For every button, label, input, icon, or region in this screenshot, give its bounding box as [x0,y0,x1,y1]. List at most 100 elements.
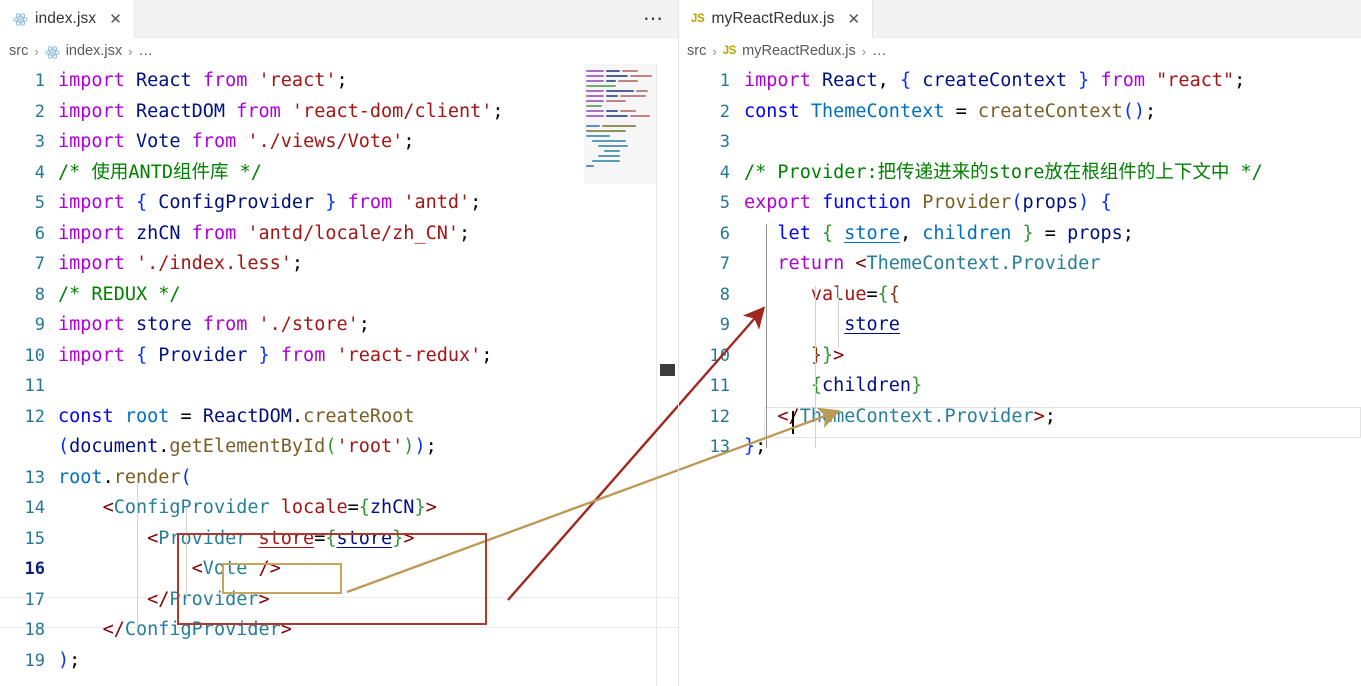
tab-bar-right: JS myReactRedux.js ✕ [678,0,1361,38]
breadcrumb-root[interactable]: src [687,43,706,59]
react-icon [45,43,60,60]
line-content: }; [744,436,767,457]
indent-guide [838,286,839,348]
indent-guide [137,476,138,629]
vote-component-highlight [222,563,342,594]
line-number: 9 [719,315,730,335]
line-content: import { ConfigProvider } from 'antd'; [58,192,482,213]
line-number: 10 [709,345,730,366]
line-number: 6 [719,223,730,244]
code-line: 13 }; [678,432,1361,463]
js-icon: JS [722,45,737,57]
code-lines-right: 1 import React, { createContext } from "… [678,64,1361,463]
line-content: }}> [810,344,845,366]
indent-guide-active [766,224,767,448]
ellipsis-icon[interactable]: ⋯ [643,0,678,37]
tab-label: index.jsx [35,10,97,27]
line-number: 1 [34,71,45,91]
breadcrumb-file[interactable]: myReactRedux.js [742,43,856,59]
line-number: 18 [24,620,45,640]
line-number-active: 16 [24,559,45,579]
line-number: 7 [34,254,45,274]
line-number: 4 [34,162,45,183]
line-number: 10 [24,345,45,366]
line-content: let { store, children } = props; [777,222,1134,244]
code-line: 10 import { Provider } from 'react-redux… [0,341,678,372]
tab-bar-left: index.jsx ✕ ⋯ [0,0,678,38]
line-content: /* Provider:把传递进来的store放在根组件的上下文中 */ [744,161,1263,183]
line-content: const ThemeContext = createContext(); [744,100,1157,122]
line-number: 15 [24,528,45,549]
breadcrumb-root[interactable]: src [9,43,28,59]
line-content: </ThemeContext.Provider>; [777,405,1056,427]
line-number: 3 [34,132,45,152]
close-icon[interactable]: ✕ [847,11,860,27]
line-number: 12 [24,406,45,427]
line-content: root.render( [58,466,192,488]
tab-bar-filler [873,0,1361,37]
scrollbar-vertical-left[interactable] [657,64,678,686]
breadcrumb-left: src › index.jsx › … [0,38,678,64]
code-line: 1 import React, { createContext } from "… [678,66,1361,97]
breadcrumb-more[interactable]: … [138,43,153,59]
line-content: import { Provider } from 'react-redux'; [58,344,493,366]
tab-index-jsx[interactable]: index.jsx ✕ [0,0,135,38]
line-number: 4 [719,162,730,183]
line-number: 3 [719,132,730,152]
code-line: 14 <ConfigProvider locale={zhCN}> [0,493,678,524]
scrollbar-thumb[interactable] [660,364,675,376]
line-content: value={{ [811,283,900,305]
code-line: 13 root.render( [0,463,678,494]
code-line: 12 </ThemeContext.Provider>; [678,402,1361,433]
line-content: ); [58,649,81,671]
tab-bar-filler [135,0,643,37]
code-line: 3 import Vote from './views/Vote'; [0,127,678,158]
code-line: 7 import './index.less'; [0,249,678,280]
line-content: export function Provider(props) { [744,192,1112,213]
line-number: 2 [34,101,45,122]
breadcrumb-file[interactable]: index.jsx [66,43,122,59]
line-content: {children} [810,375,923,396]
code-line: 3 [678,127,1361,158]
code-line: 8 /* REDUX */ [0,280,678,311]
code-editor-right[interactable]: 1 import React, { createContext } from "… [678,64,1361,686]
line-number: 7 [719,254,730,274]
line-number: 17 [24,589,45,610]
line-content: import React from 'react'; [58,70,348,91]
line-content: import './index.less'; [58,253,304,274]
code-line: 9 import store from './store'; [0,310,678,341]
editor-window: index.jsx ✕ ⋯ src › index.jsx › … 1 impo… [0,0,1361,686]
code-line: 1 import React from 'react'; [0,66,678,97]
js-icon: JS [691,13,705,25]
code-line: 5 import { ConfigProvider } from 'antd'; [0,188,678,219]
close-icon[interactable]: ✕ [109,11,122,27]
text-caret [792,411,794,434]
chevron-right-icon: › [712,43,717,59]
scrollbar-vertical-right[interactable] [1340,64,1361,686]
breadcrumb-right: src › JS myReactRedux.js › … [678,38,1361,64]
code-line-wrapped: 12 const root = ReactDOM.createRoot (docu… [0,402,678,463]
editor-pane-right: JS myReactRedux.js ✕ src › JS myReactRed… [678,0,1361,686]
tab-myreactredux-js[interactable]: JS myReactRedux.js ✕ [678,0,874,38]
pane-divider[interactable] [678,0,679,686]
line-content: const root = ReactDOM.createRoot (documen… [58,405,437,458]
line-content: /* 使用ANTD组件库 */ [58,161,262,183]
line-number: 12 [709,406,730,427]
line-number: 8 [34,284,45,305]
line-number: 8 [719,284,730,305]
line-number: 6 [34,223,45,244]
line-number: 1 [719,71,730,91]
line-number: 14 [24,498,45,518]
line-content: /* REDUX */ [58,283,181,305]
line-number: 11 [24,376,45,396]
breadcrumb-more[interactable]: … [872,43,887,59]
line-content: import store from './store'; [58,314,370,335]
chevron-right-icon: › [34,43,39,59]
code-line: 11 {children} [678,371,1361,402]
line-number: 13 [24,467,45,488]
indent-guide [815,286,816,448]
code-line: 2 import ReactDOM from 'react-dom/client… [0,97,678,128]
code-line: 6 let { store, children } = props; [678,219,1361,250]
chevron-right-icon-2: › [861,43,867,59]
code-line: 7 return <ThemeContext.Provider [678,249,1361,280]
